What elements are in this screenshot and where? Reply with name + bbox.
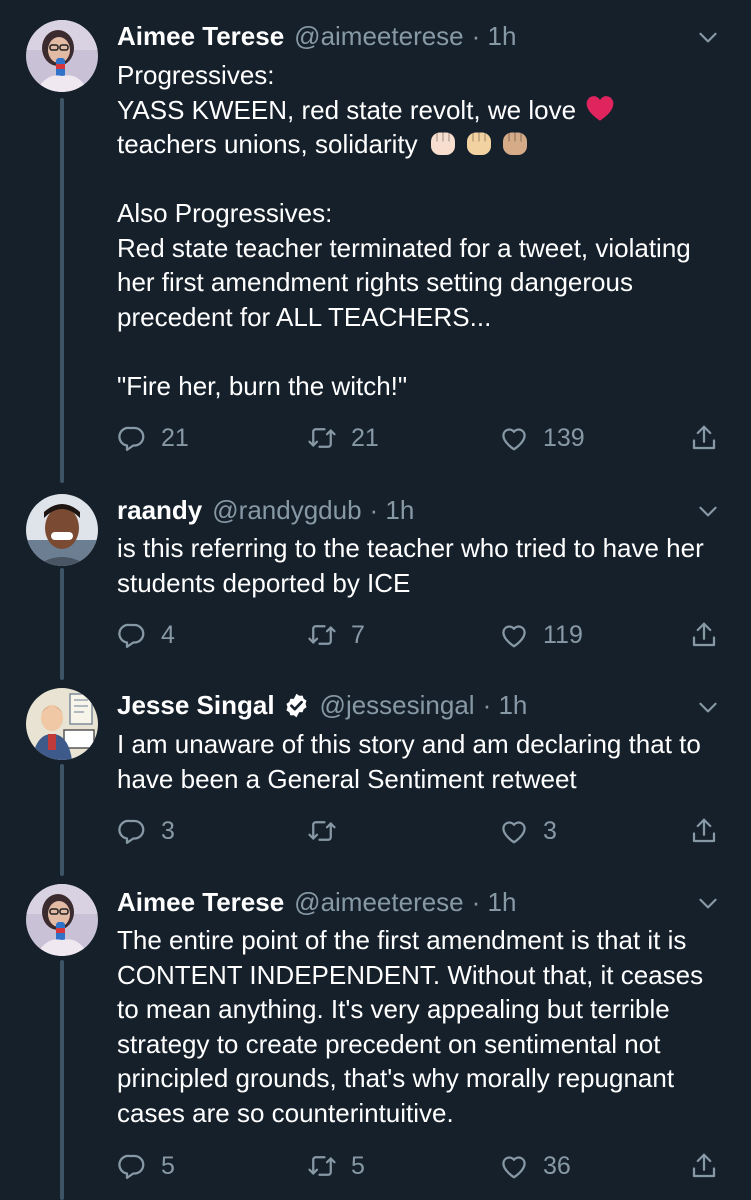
like-button[interactable]: 3 <box>499 814 557 848</box>
tweet-text: is this referring to the teacher who tri… <box>117 533 711 598</box>
like-button[interactable]: 119 <box>499 618 583 652</box>
tweet-text-part: Also Progressives: Red state teacher ter… <box>117 198 691 401</box>
display-name[interactable]: raandy <box>117 493 202 527</box>
retweet-button[interactable]: 21 <box>307 421 379 455</box>
avatar[interactable] <box>26 494 98 566</box>
reply-icon <box>117 620 147 650</box>
tweet-header: raandy @randygdub · 1h <box>117 493 414 527</box>
reply-icon <box>117 816 147 846</box>
reply-button[interactable]: 21 <box>117 421 189 455</box>
raised-fist-medium-light-icon <box>461 125 497 161</box>
user-handle[interactable]: @jessesingal <box>320 688 475 722</box>
share-button[interactable] <box>689 814 733 848</box>
retweet-count: 21 <box>351 423 379 452</box>
like-count: 36 <box>543 1151 571 1180</box>
tweet-header: Jesse Singal @jessesingal · 1h <box>117 688 527 722</box>
avatar[interactable] <box>26 20 98 92</box>
chevron-down-icon[interactable] <box>695 24 721 50</box>
reply-button[interactable]: 5 <box>117 1149 175 1183</box>
like-icon <box>499 423 529 453</box>
tweet-text: Progressives: YASS KWEEN, red state revo… <box>117 58 727 403</box>
tweet-header: Aimee Terese @aimeeterese · 1h <box>117 19 516 53</box>
like-button[interactable]: 139 <box>499 421 585 455</box>
retweet-icon <box>307 620 337 650</box>
reply-button[interactable]: 4 <box>117 618 175 652</box>
tweet-text-part: teachers unions, solidarity <box>117 129 418 159</box>
retweet-icon <box>307 423 337 453</box>
share-button[interactable] <box>689 1149 733 1183</box>
like-count: 3 <box>543 816 557 845</box>
share-button[interactable] <box>689 421 733 455</box>
retweet-count: 5 <box>351 1151 365 1180</box>
reply-count: 21 <box>161 423 189 452</box>
tweet-text: I am unaware of this story and am declar… <box>117 729 709 794</box>
retweet-icon <box>307 816 337 846</box>
user-handle[interactable]: @aimeeterese <box>294 19 463 53</box>
tweet-text: The entire point of the first amendment … <box>117 925 711 1128</box>
tweet-actions: 21 21 139 <box>117 421 727 455</box>
reply-count: 4 <box>161 620 175 649</box>
tweet-actions: 4 7 119 <box>117 618 727 652</box>
display-name[interactable]: Aimee Terese <box>117 19 284 53</box>
tweet-actions: 3 3 <box>117 814 727 848</box>
retweet-button[interactable] <box>307 814 351 848</box>
timestamp[interactable]: · 1h <box>483 688 528 722</box>
raised-fist-medium-icon <box>497 125 533 161</box>
chevron-down-icon[interactable] <box>695 498 721 524</box>
tweet[interactable]: Aimee Terese @aimeeterese · 1h The entir… <box>0 872 751 1200</box>
raised-fist-light-icon <box>425 125 461 161</box>
timestamp[interactable]: · 1h <box>472 885 517 919</box>
chevron-down-icon[interactable] <box>695 694 721 720</box>
share-icon <box>689 423 719 453</box>
user-handle[interactable]: @randygdub <box>212 493 361 527</box>
avatar[interactable] <box>26 688 98 760</box>
like-icon <box>499 1151 529 1181</box>
red-heart-icon <box>586 95 614 121</box>
timestamp[interactable]: · 1h <box>472 19 517 53</box>
retweet-count: 7 <box>351 620 365 649</box>
like-icon <box>499 816 529 846</box>
retweet-button[interactable]: 7 <box>307 618 365 652</box>
retweet-icon <box>307 1151 337 1181</box>
tweet[interactable]: Aimee Terese @aimeeterese · 1h Progressi… <box>0 0 751 480</box>
display-name[interactable]: Jesse Singal <box>117 688 275 722</box>
reply-count: 3 <box>161 816 175 845</box>
tweet-text-part: Progressives: YASS KWEEN, red state revo… <box>117 60 577 125</box>
tweet[interactable]: raandy @randygdub · 1h is this referring… <box>0 480 751 676</box>
share-button[interactable] <box>689 618 733 652</box>
like-count: 119 <box>543 620 583 649</box>
tweet-header: Aimee Terese @aimeeterese · 1h <box>117 885 516 919</box>
like-button[interactable]: 36 <box>499 1149 571 1183</box>
avatar[interactable] <box>26 884 98 956</box>
chevron-down-icon[interactable] <box>695 890 721 916</box>
reply-icon <box>117 423 147 453</box>
tweet-actions: 5 5 36 <box>117 1149 727 1183</box>
like-icon <box>499 620 529 650</box>
like-count: 139 <box>543 423 585 452</box>
share-icon <box>689 620 719 650</box>
share-icon <box>689 1151 719 1181</box>
reply-button[interactable]: 3 <box>117 814 175 848</box>
user-handle[interactable]: @aimeeterese <box>294 885 463 919</box>
timestamp[interactable]: · 1h <box>370 493 415 527</box>
tweet[interactable]: Jesse Singal @jessesingal · 1h I am unaw… <box>0 676 751 872</box>
retweet-button[interactable]: 5 <box>307 1149 365 1183</box>
reply-count: 5 <box>161 1151 175 1180</box>
verified-badge-icon <box>286 693 307 717</box>
reply-icon <box>117 1151 147 1181</box>
display-name[interactable]: Aimee Terese <box>117 885 284 919</box>
share-icon <box>689 816 719 846</box>
